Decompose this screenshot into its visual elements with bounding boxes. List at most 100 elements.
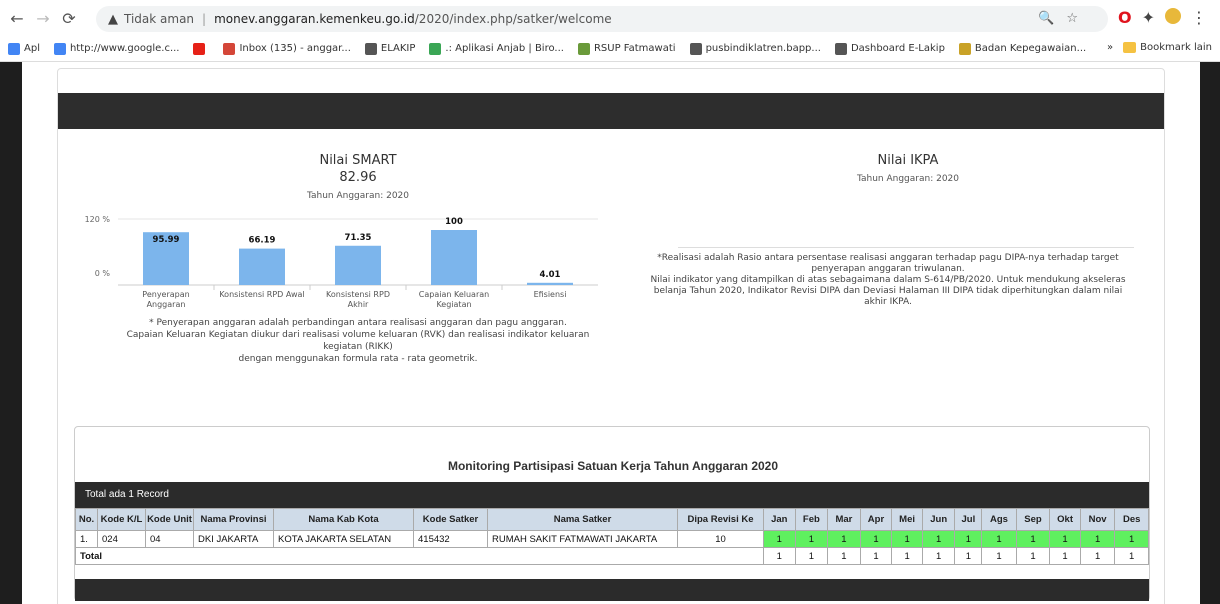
month-cell: 1	[981, 530, 1017, 548]
column-header[interactable]: Ags	[981, 508, 1017, 531]
column-header[interactable]: Nama Kab Kota	[273, 508, 414, 531]
bookmark-item[interactable]: pusbindiklatren.bapp...	[689, 42, 821, 55]
address-separator: |	[202, 12, 207, 26]
chart-bar	[527, 282, 573, 285]
url-text: monev.anggaran.kemenkeu.go.id/2020/index…	[214, 12, 612, 26]
month-cell: 1	[763, 530, 796, 548]
right-dark-panel	[1200, 62, 1220, 604]
x-tick-label: Capaian Keluaran	[419, 290, 489, 299]
globe-icon	[834, 42, 847, 55]
column-header[interactable]: Kode Satker	[413, 508, 488, 531]
bookmark-item[interactable]: Inbox (135) - anggar...	[223, 42, 351, 55]
column-header[interactable]: Des	[1114, 508, 1149, 531]
total-month-cell: 1	[1114, 547, 1149, 565]
menu-icon[interactable]: ⋮	[1191, 8, 1207, 27]
column-header[interactable]: Kode K/L	[97, 508, 146, 531]
column-header[interactable]: Nama Provinsi	[193, 508, 274, 531]
bookmark-item[interactable]: Apl	[8, 42, 40, 55]
month-cell: 1	[827, 530, 861, 548]
more-bookmarks-button[interactable]: »	[1107, 42, 1113, 53]
column-header[interactable]: No.	[75, 508, 98, 531]
no-cell: 1.	[75, 530, 98, 548]
total-month-cell: 1	[954, 547, 983, 565]
smart-header: Nilai SMART 82.96 Tahun Anggaran: 2020	[58, 153, 658, 201]
column-header[interactable]: Mar	[827, 508, 861, 531]
smart-value: 82.96	[339, 170, 377, 185]
month-cell: 1	[954, 530, 983, 548]
column-header[interactable]: Jul	[954, 508, 983, 531]
column-header[interactable]: Nama Satker	[487, 508, 678, 531]
month-cell: 1	[1114, 530, 1149, 548]
hospital-icon	[577, 42, 590, 55]
bookmark-star-icon[interactable]: ☆	[1066, 11, 1090, 26]
bookmark-label: Dashboard E-Lakip	[850, 43, 945, 54]
y-tick-label: 0 %	[95, 269, 111, 278]
x-tick-label: Konsistensi RPD	[326, 290, 390, 299]
smart-title: Nilai SMART	[319, 153, 397, 168]
table-header-row: No. Kode K/L Kode Unit Nama Provinsi Nama Ka…	[75, 508, 1149, 531]
monitoring-table: No. Kode K/L Kode Unit Nama Provinsi Nama Ka…	[75, 508, 1149, 565]
ikpa-note-line: belanja Tahun 2020, Indikator Revisi DIP…	[653, 286, 1123, 296]
ikpa-note-line: *Realisasi adalah Rasio antara persentas…	[657, 253, 1119, 263]
url-path: /2020/index.php/satker/welcome	[414, 12, 612, 26]
bookmark-item[interactable]: RSUP Fatmawati	[577, 42, 676, 55]
column-header[interactable]: Kode Unit	[145, 508, 194, 531]
ikpa-footnote: *Realisasi adalah Rasio antara persentas…	[628, 253, 1148, 308]
column-header[interactable]: Okt	[1049, 508, 1081, 531]
opera-icon[interactable]: O	[1118, 8, 1132, 27]
folder-icon	[1123, 42, 1137, 53]
column-header[interactable]: Jan	[763, 508, 796, 531]
reload-icon[interactable]: ⟳	[56, 9, 82, 28]
security-label: Tidak aman	[124, 12, 195, 26]
total-month-cell: 1	[891, 547, 923, 565]
monitoring-panel: Monitoring Partisipasi Satuan Kerja Tahu…	[74, 426, 1150, 601]
zoom-icon[interactable]: 🔍	[1038, 11, 1066, 26]
avatar[interactable]	[1165, 8, 1182, 24]
kode-unit-cell: 04	[145, 530, 194, 548]
table-row[interactable]: 1. 024 04 DKI JAKARTA KOTA JAKARTA SELATAN 41…	[75, 530, 1149, 548]
bookmark-label: ELAKIP	[380, 43, 416, 54]
column-header[interactable]: Mei	[891, 508, 923, 531]
column-header[interactable]: Feb	[794, 508, 829, 531]
url-domain: monev.anggaran.kemenkeu.go.id	[214, 12, 415, 26]
column-header[interactable]: Jun	[921, 508, 956, 531]
total-label: Total	[75, 547, 764, 565]
x-tick-label: Kegiatan	[436, 300, 471, 309]
puzzle-icon[interactable]: ✦	[1142, 8, 1155, 27]
column-header[interactable]: Dipa Revisi Ke	[677, 508, 764, 531]
bookmark-item[interactable]: Dashboard E-Lakip	[834, 42, 945, 55]
bookmark-item[interactable]: Badan Kepegawaian...	[958, 42, 1087, 55]
globe-icon	[689, 42, 702, 55]
globe-icon	[364, 42, 377, 55]
column-header[interactable]: Sep	[1015, 508, 1051, 531]
month-cell: 1	[794, 530, 829, 548]
back-icon[interactable]: ←	[4, 9, 30, 28]
smart-bar-chart: 120 % 0 % 95.99 PenyerapanAnggaran 66.19 Kons…	[85, 215, 598, 309]
x-tick-label: Akhir	[348, 300, 369, 309]
x-tick-label: Penyerapan	[142, 290, 189, 299]
y-tick-label: 120 %	[85, 215, 111, 224]
bookmark-item[interactable]: http://www.google.c...	[53, 42, 179, 55]
bookmark-label: RSUP Fatmawati	[593, 43, 676, 54]
ikpa-note-line: penyerapan anggaran triwulanan.	[811, 264, 965, 274]
kode-kl-cell: 024	[97, 530, 146, 548]
kode-satker-cell: 415432	[413, 530, 488, 548]
total-month-cell: 1	[1049, 547, 1081, 565]
bookmark-item[interactable]	[193, 42, 209, 55]
ikpa-year: Tahun Anggaran: 2020	[856, 174, 959, 184]
column-header[interactable]: Nov	[1079, 508, 1116, 531]
forward-icon[interactable]: →	[30, 9, 56, 28]
nama-satker-cell: RUMAH SAKIT FATMAWATI JAKARTA	[487, 530, 678, 548]
bookmark-label: Badan Kepegawaian...	[974, 43, 1087, 54]
total-month-cell: 1	[827, 547, 861, 565]
chart-bar	[239, 248, 285, 285]
kab-kota-cell: KOTA JAKARTA SELATAN	[273, 530, 414, 548]
bookmark-item[interactable]: .: Aplikasi Anjab | Biro...	[429, 42, 564, 55]
other-bookmarks-button[interactable]: Bookmark lain	[1140, 42, 1212, 53]
record-count-bar: Total ada 1 Record	[75, 482, 1149, 508]
address-bar[interactable]: ▲ Tidak aman | monev.anggaran.kemenkeu.g…	[96, 6, 1108, 32]
bookmark-item[interactable]: ELAKIP	[364, 42, 416, 55]
youtube-icon	[193, 42, 206, 55]
column-header[interactable]: Apr	[859, 508, 893, 531]
x-tick-label: Anggaran	[147, 300, 186, 309]
